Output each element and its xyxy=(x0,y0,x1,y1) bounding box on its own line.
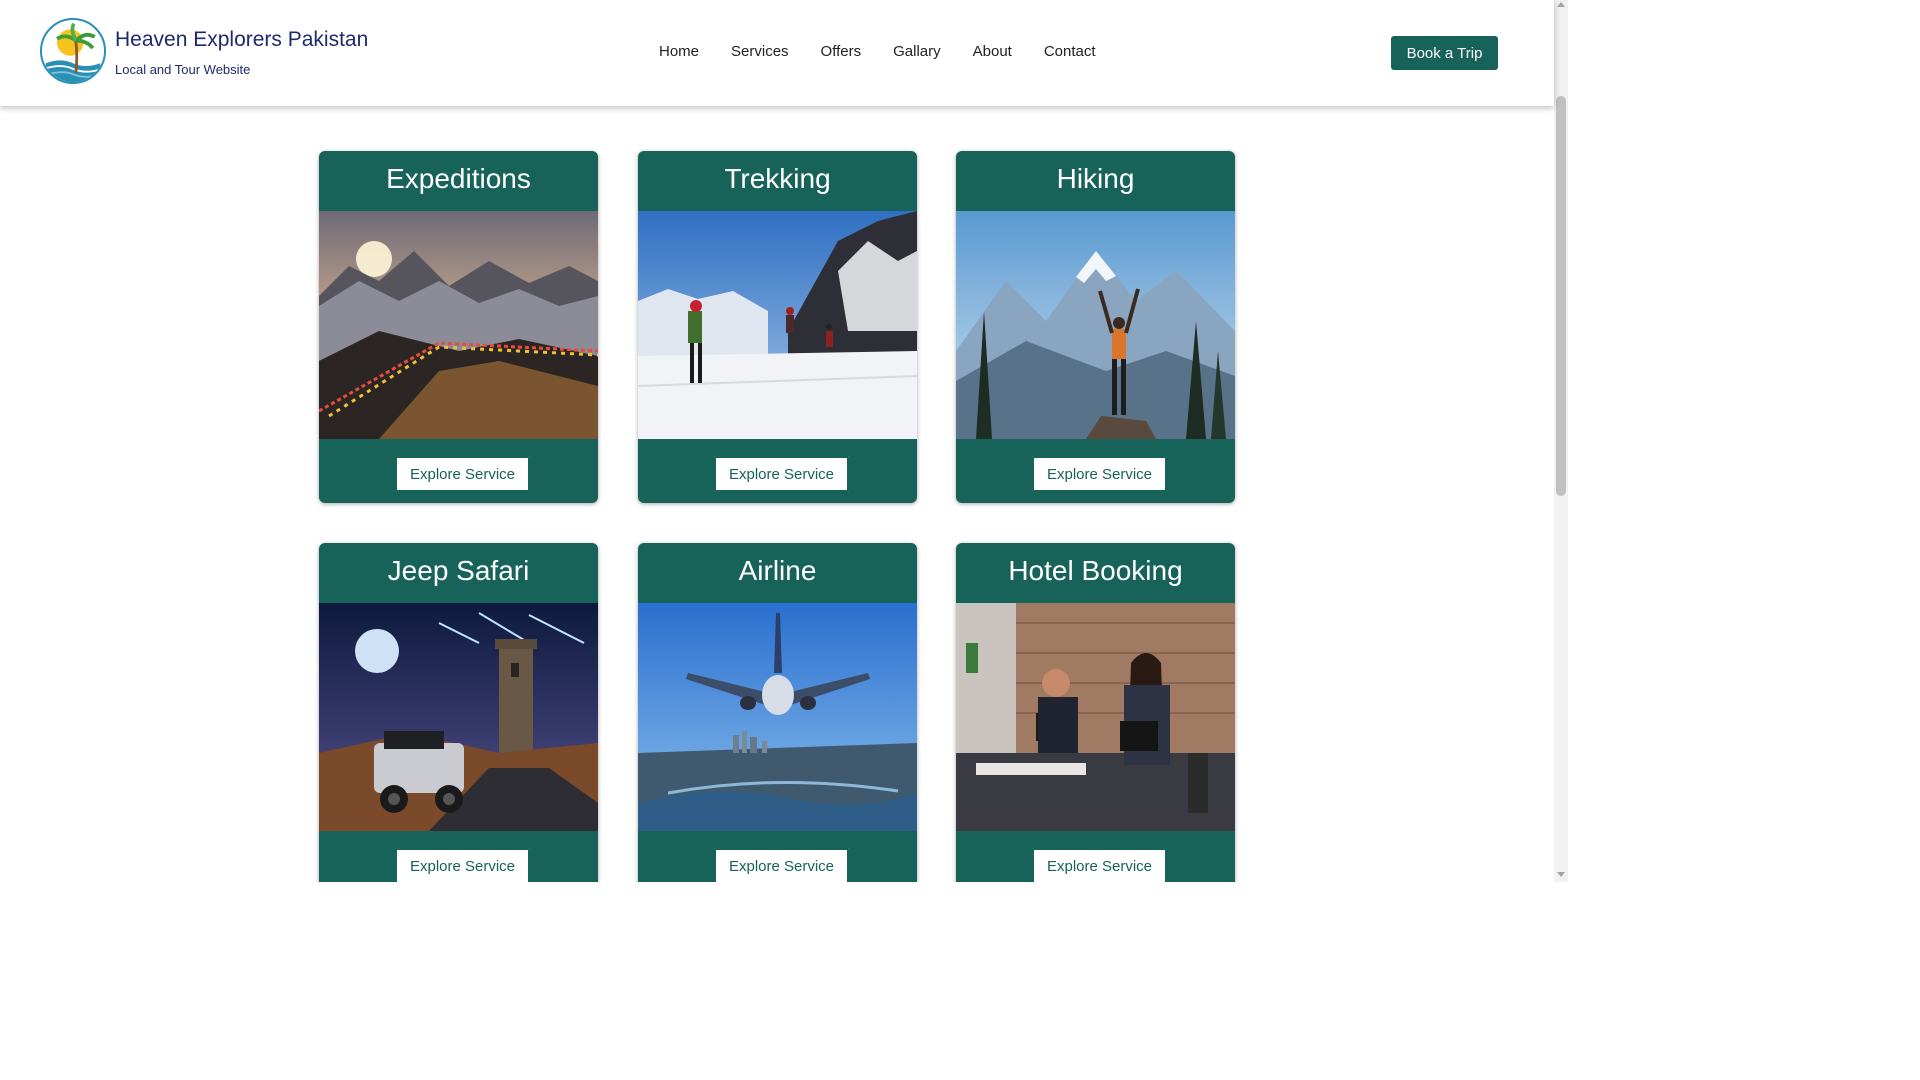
airline-image xyxy=(638,603,917,831)
page-scrollbar[interactable] xyxy=(1554,0,1568,882)
brand-title[interactable]: Heaven Explorers Pakistan xyxy=(115,28,368,52)
service-card-title: Trekking xyxy=(724,163,831,194)
explore-service-button[interactable]: Explore Service xyxy=(1031,455,1168,493)
service-card-title: Jeep Safari xyxy=(387,555,530,586)
explore-service-button[interactable]: Explore Service xyxy=(713,455,850,493)
service-card-trekking: Trekking Explore Service xyxy=(638,151,917,503)
palm-tree-logo-icon xyxy=(43,22,103,82)
main-nav: Home Services Offers Gallary About Conta… xyxy=(659,43,1128,60)
site-header: Heaven Explorers Pakistan Local and Tour… xyxy=(0,0,1554,106)
hiking-image xyxy=(956,211,1235,439)
nav-offers[interactable]: Offers xyxy=(821,43,862,60)
explore-service-button[interactable]: Explore Service xyxy=(394,455,531,493)
hotel-booking-image xyxy=(956,603,1235,831)
nav-gallary[interactable]: Gallary xyxy=(893,43,941,60)
service-card-hotel-booking: Hotel Booking Explore Service xyxy=(956,543,1235,882)
service-card-hiking: Hiking Explore Service xyxy=(956,151,1235,503)
page: Heaven Explorers Pakistan Local and Tour… xyxy=(0,0,1568,882)
service-card-title: Expeditions xyxy=(386,163,531,194)
scroll-up-arrow-icon[interactable] xyxy=(1557,2,1565,7)
nav-services[interactable]: Services xyxy=(731,43,789,60)
book-trip-button[interactable]: Book a Trip xyxy=(1391,36,1498,70)
scroll-thumb[interactable] xyxy=(1556,96,1566,496)
service-card-title: Hotel Booking xyxy=(1008,555,1183,586)
jeep-safari-image xyxy=(319,603,598,831)
nav-about[interactable]: About xyxy=(973,43,1012,60)
expeditions-image xyxy=(319,211,598,439)
service-card-jeep-safari: Jeep Safari Explore Service xyxy=(319,543,598,882)
trekking-image xyxy=(638,211,917,439)
service-card-expeditions: Expeditions Explore Service xyxy=(319,151,598,503)
brand-subtitle: Local and Tour Website xyxy=(115,62,251,77)
scroll-down-arrow-icon[interactable] xyxy=(1557,872,1565,877)
nav-home[interactable]: Home xyxy=(659,43,699,60)
service-card-title: Airline xyxy=(738,555,817,586)
service-card-title: Hiking xyxy=(1056,163,1135,194)
nav-contact[interactable]: Contact xyxy=(1044,43,1096,60)
explore-service-button[interactable]: Explore Service xyxy=(713,847,850,882)
brand-logo[interactable] xyxy=(40,18,106,84)
explore-service-button[interactable]: Explore Service xyxy=(1031,847,1168,882)
service-card-airline: Airline Explore Service xyxy=(638,543,917,882)
explore-service-button[interactable]: Explore Service xyxy=(394,847,531,882)
